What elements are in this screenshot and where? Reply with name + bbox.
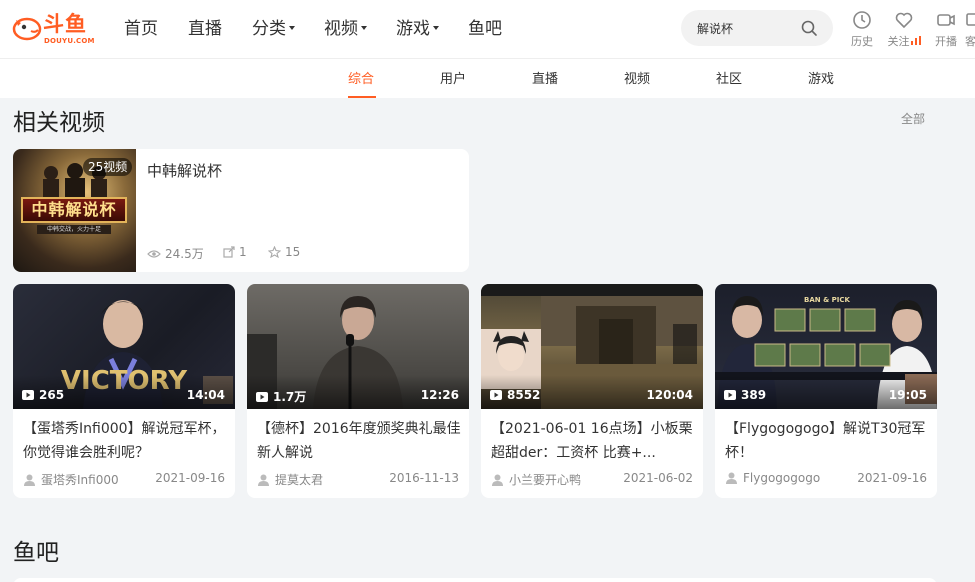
history-button[interactable]: 历史 (845, 10, 879, 50)
nav-video[interactable]: 视频 (324, 17, 367, 41)
video-author[interactable]: 小兰要开心鸭 (492, 471, 581, 488)
logo-subtext: DOUYU.COM (44, 37, 95, 45)
video-author[interactable]: 提莫太君 (258, 471, 323, 488)
video-card[interactable]: VICTORY 265 14:04 【蛋塔秀Infi000】解说冠军杯，你觉得谁… (13, 284, 235, 498)
nav-yuba[interactable]: 鱼吧 (468, 17, 502, 41)
video-author[interactable]: Flygogogogo (726, 471, 820, 485)
collection-views: 24.5万 (147, 245, 204, 262)
play-icon (724, 390, 736, 400)
follow-label: 关注 (887, 33, 921, 49)
collection-banner: 中韩解说杯 (21, 197, 127, 223)
video-title[interactable]: 【Flygogogogo】解说T30冠军杯！ (725, 417, 929, 465)
play-icon (22, 390, 34, 400)
clock-icon (853, 11, 871, 29)
related-videos-title: 相关视频 (13, 110, 105, 136)
video-duration: 120:04 (646, 388, 693, 402)
tab-users[interactable]: 用户 (440, 68, 466, 87)
view-all-link[interactable]: 全部 (901, 110, 925, 127)
play-count: 1.7万 (256, 388, 306, 405)
top-header: 斗鱼 DOUYU.COM 首页 直播 分类 视频 游戏 鱼吧 历史 关注 开播 (0, 0, 975, 58)
logo-text: 斗鱼 (43, 12, 87, 36)
collection-card[interactable]: 中韩解说杯 中韩交战，火力十足 25视频 中韩解说杯 24.5万 1 15 (13, 149, 469, 272)
play-icon (256, 391, 268, 402)
history-label: 历史 (851, 35, 873, 48)
video-duration: 14:04 (186, 388, 225, 402)
user-icon (258, 474, 269, 486)
collection-shares[interactable]: 1 (223, 245, 247, 259)
collection-banner-sub: 中韩交战，火力十足 (37, 225, 111, 234)
fish-mascot-icon (12, 17, 42, 41)
video-date: 2021-06-02 (623, 471, 693, 485)
search-result-tabs: 综合 用户 直播 视频 社区 游戏 (0, 58, 975, 98)
client-icon (966, 13, 975, 26)
collection-title[interactable]: 中韩解说杯 (147, 160, 222, 181)
video-count-badge: 25视频 (83, 158, 133, 176)
video-duration: 19:05 (888, 388, 927, 402)
search-input[interactable] (697, 18, 797, 38)
video-title[interactable]: 【蛋塔秀Infi000】解说冠军杯，你觉得谁会胜利呢？ (23, 417, 227, 465)
video-date: 2021-09-16 (857, 471, 927, 485)
user-icon (24, 474, 35, 486)
video-title[interactable]: 【德杯】2016年度颁奖典礼最佳新人解说 (257, 417, 461, 465)
search-icon[interactable] (800, 19, 818, 37)
start-broadcast-button[interactable]: 开播 (929, 10, 963, 50)
play-icon (490, 390, 502, 400)
active-tab-indicator (348, 96, 376, 98)
caret-down-icon (289, 25, 295, 30)
video-card[interactable]: 8552 120:04 【2021-06-01 16点场】小板栗超甜der：工资… (481, 284, 703, 498)
tab-games[interactable]: 游戏 (808, 68, 834, 87)
eye-icon (147, 249, 161, 258)
star-icon (268, 246, 281, 258)
client-button[interactable]: 客 (965, 10, 975, 50)
douyu-logo[interactable]: 斗鱼 DOUYU.COM (12, 12, 95, 46)
play-count: 8552 (490, 388, 540, 402)
tab-all[interactable]: 综合 (348, 68, 374, 87)
tab-live[interactable]: 直播 (532, 68, 558, 87)
live-bars-icon (910, 36, 921, 45)
broadcast-label: 开播 (935, 35, 957, 48)
user-icon (492, 474, 503, 486)
video-date: 2016-11-13 (389, 471, 459, 485)
share-icon (223, 246, 235, 258)
search-box (681, 10, 833, 46)
caret-down-icon (433, 25, 439, 30)
video-card[interactable]: BAN & PICK 389 19:05 【Flygogogogo】解说T30冠… (715, 284, 937, 498)
play-count: 265 (22, 388, 64, 402)
caret-down-icon (361, 25, 367, 30)
collection-favorites[interactable]: 15 (268, 245, 300, 259)
camera-icon (937, 14, 955, 26)
client-label: 客 (965, 35, 975, 48)
heart-icon (895, 12, 913, 29)
video-card[interactable]: 1.7万 12:26 【德杯】2016年度颁奖典礼最佳新人解说 提莫太君 201… (247, 284, 469, 498)
tab-videos[interactable]: 视频 (624, 68, 650, 87)
play-count: 389 (724, 388, 766, 402)
tab-community[interactable]: 社区 (716, 68, 742, 87)
user-icon (726, 472, 737, 484)
nav-game[interactable]: 游戏 (396, 17, 439, 41)
video-title[interactable]: 【2021-06-01 16点场】小板栗超甜der：工资杯 比赛+... (491, 417, 695, 465)
nav-live[interactable]: 直播 (188, 17, 222, 41)
nav-category[interactable]: 分类 (252, 17, 295, 41)
nav-home[interactable]: 首页 (124, 17, 158, 41)
follow-button[interactable]: 关注 (887, 10, 921, 50)
yuba-card-edge (13, 578, 937, 582)
video-duration: 12:26 (420, 388, 459, 402)
ban-pick-text: BAN & PICK (804, 296, 850, 304)
video-date: 2021-09-16 (155, 471, 225, 485)
yuba-section-title: 鱼吧 (13, 540, 59, 566)
video-author[interactable]: 蛋塔秀Infi000 (24, 471, 119, 488)
